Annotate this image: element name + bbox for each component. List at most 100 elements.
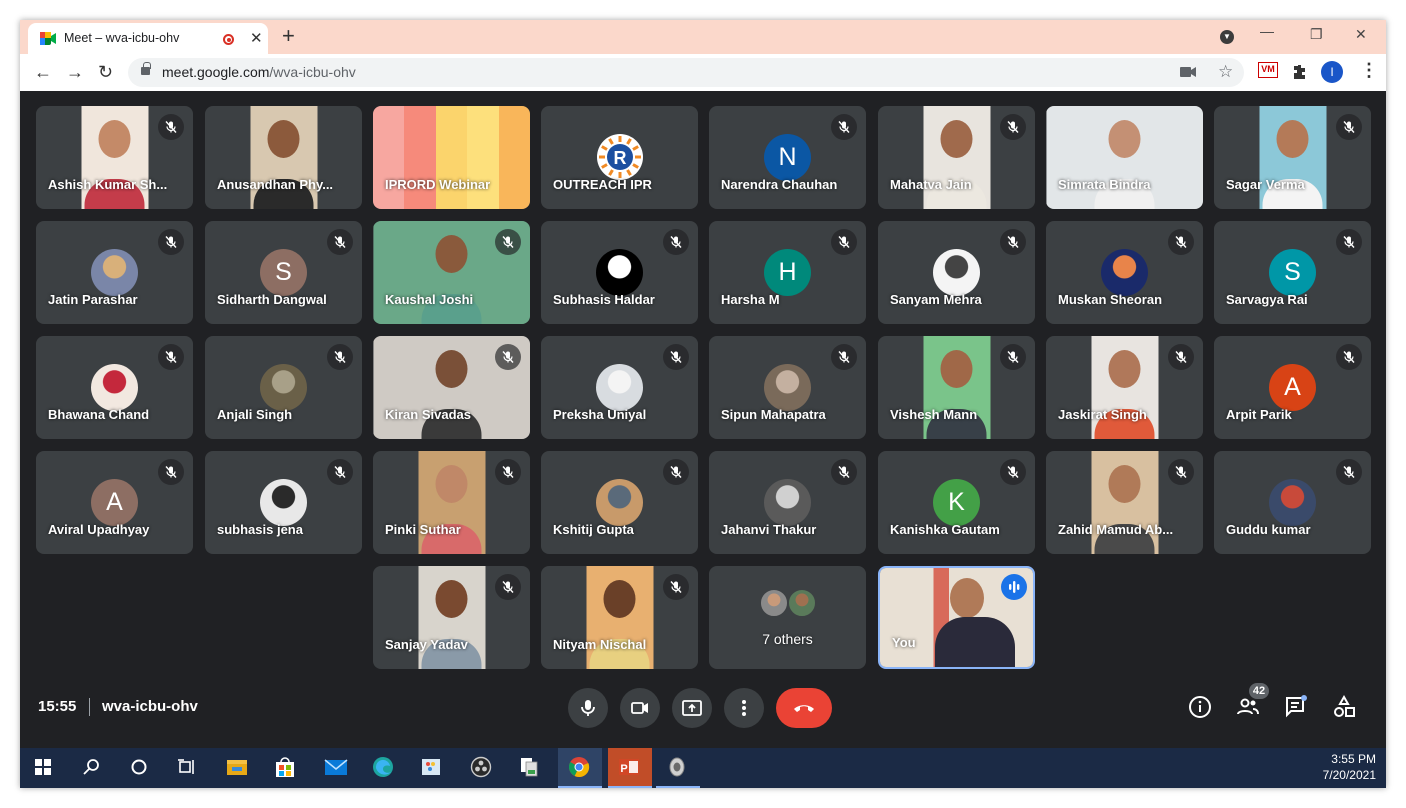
avatar: K <box>933 479 980 526</box>
participant-tile[interactable]: Simrata Bindra <box>1046 106 1203 209</box>
powerpoint-app[interactable]: P <box>608 748 652 788</box>
participant-name: Sidharth Dangwal <box>217 292 327 307</box>
file-explorer-app[interactable] <box>216 748 260 788</box>
participant-tile[interactable]: Preksha Uniyal <box>541 336 698 439</box>
close-tab-button[interactable]: ✕ <box>250 29 263 47</box>
participant-tile[interactable]: subhasis jena <box>205 451 362 554</box>
task-view-button[interactable] <box>166 748 210 788</box>
participant-tile[interactable]: Kshitij Gupta <box>541 451 698 554</box>
documents-app[interactable] <box>508 748 552 788</box>
avatar <box>787 588 817 618</box>
participant-tile[interactable]: Muskan Sheoran <box>1046 221 1203 324</box>
taskbar-clock[interactable]: 3:55 PM 7/20/2021 <box>1323 751 1376 783</box>
participant-tile[interactable]: IPRORD Webinar <box>373 106 530 209</box>
participant-tile[interactable]: N Narendra Chauhan <box>709 106 866 209</box>
participant-tile[interactable]: Pinki Suthar <box>373 451 530 554</box>
participant-tile[interactable]: Sipun Mahapatra <box>709 336 866 439</box>
participant-tile[interactable]: Nityam Nischal <box>541 566 698 669</box>
participant-tile[interactable]: A Aviral Upadhyay <box>36 451 193 554</box>
participant-tile[interactable]: Ashish Kumar Sh... <box>36 106 193 209</box>
participant-tile[interactable]: Jaskirat Singh <box>1046 336 1203 439</box>
participant-tile[interactable]: Mahatva Jain <box>878 106 1035 209</box>
bookmark-star-icon[interactable]: ☆ <box>1218 62 1233 82</box>
muted-mic-icon <box>495 459 521 485</box>
participant-tile[interactable]: K Kanishka Gautam <box>878 451 1035 554</box>
participant-tile[interactable]: A Arpit Parik <box>1214 336 1371 439</box>
participant-tile[interactable]: Guddu kumar <box>1214 451 1371 554</box>
participant-tile[interactable]: Kiran Sivadas <box>373 336 530 439</box>
camera-in-use-icon[interactable] <box>1180 66 1196 78</box>
camera-button[interactable] <box>620 688 660 728</box>
present-screen-icon <box>682 700 702 716</box>
participant-tile[interactable]: Anjali Singh <box>205 336 362 439</box>
present-screen-button[interactable] <box>672 688 712 728</box>
participant-tile[interactable]: You <box>878 566 1035 669</box>
participant-tile[interactable]: S Sidharth Dangwal <box>205 221 362 324</box>
participant-tile[interactable]: Sagar Verma <box>1214 106 1371 209</box>
participant-tile[interactable]: R OUTREACH IPR <box>541 106 698 209</box>
participant-tile[interactable]: Vishesh Mann <box>878 336 1035 439</box>
participant-tile[interactable]: Kaushal Joshi <box>373 221 530 324</box>
meet-favicon-icon <box>40 32 56 45</box>
edge-app[interactable] <box>362 748 406 788</box>
participant-tile[interactable]: Bhawana Chand <box>36 336 193 439</box>
avatar <box>764 479 811 526</box>
speaking-indicator-icon <box>1001 574 1027 600</box>
more-options-button[interactable] <box>724 688 764 728</box>
muted-mic-icon <box>663 459 689 485</box>
close-window-icon[interactable]: ✕ <box>1355 26 1367 43</box>
participant-tile[interactable]: Sanjay Yadav <box>373 566 530 669</box>
participant-tile[interactable]: Sanyam Mehra <box>878 221 1035 324</box>
participant-tile[interactable]: Anusandhan Phy... <box>205 106 362 209</box>
chrome-app[interactable] <box>558 748 602 788</box>
back-icon[interactable]: ← <box>34 62 52 82</box>
participant-name: Muskan Sheoran <box>1058 292 1163 307</box>
browser-menu-icon[interactable]: ⋮ <box>1360 60 1378 81</box>
participant-tile[interactable]: Jatin Parashar <box>36 221 193 324</box>
edge-icon <box>373 757 393 777</box>
tab-search-icon[interactable]: ▼ <box>1220 30 1234 44</box>
participant-tile[interactable]: Subhasis Haldar <box>541 221 698 324</box>
extensions-puzzle-icon[interactable] <box>1292 64 1308 80</box>
new-tab-button[interactable]: + <box>282 24 295 48</box>
profile-avatar[interactable]: I <box>1321 61 1343 83</box>
people-icon[interactable] <box>1236 695 1260 719</box>
obs-app[interactable] <box>460 748 504 788</box>
microphone-button[interactable] <box>568 688 608 728</box>
minimize-icon[interactable]: — <box>1260 23 1274 39</box>
participant-name: Jatin Parashar <box>48 292 138 307</box>
participant-tile[interactable]: S Sarvagya Rai <box>1214 221 1371 324</box>
search-button[interactable] <box>70 748 114 788</box>
chat-icon[interactable] <box>1284 695 1308 719</box>
paint-app[interactable] <box>410 748 454 788</box>
mail-app[interactable] <box>314 748 358 788</box>
cortana-button[interactable] <box>118 748 162 788</box>
meeting-details-icon[interactable] <box>1188 695 1212 719</box>
restore-icon[interactable]: ❐ <box>1310 26 1323 43</box>
participant-name: Mahatva Jain <box>890 177 972 192</box>
leave-call-button[interactable] <box>776 688 832 728</box>
extension-vm-icon[interactable]: VM <box>1258 62 1278 78</box>
participant-tile[interactable]: 7 others <box>709 566 866 669</box>
participant-name: OUTREACH IPR <box>553 177 652 192</box>
muted-mic-icon <box>495 574 521 600</box>
participant-tile[interactable]: Zahid Mamud Ab... <box>1046 451 1203 554</box>
activities-icon[interactable] <box>1332 695 1356 719</box>
divider <box>89 698 90 716</box>
reload-icon[interactable]: ↻ <box>98 62 113 82</box>
lock-icon <box>141 62 151 75</box>
participant-video <box>418 566 485 669</box>
store-app[interactable] <box>264 748 308 788</box>
participant-tile[interactable]: H Harsha M <box>709 221 866 324</box>
start-button[interactable] <box>22 748 66 788</box>
avatar <box>91 364 138 411</box>
participant-name: subhasis jena <box>217 522 303 537</box>
chrome-icon <box>568 757 590 778</box>
taskbar-date: 7/20/2021 <box>1322 768 1376 782</box>
participant-tile[interactable]: Jahanvi Thakur <box>709 451 866 554</box>
forward-icon[interactable]: → <box>66 62 84 82</box>
muted-mic-icon <box>831 114 857 140</box>
tab-meet[interactable]: Meet – wva-icbu-ohv ✕ <box>28 23 268 54</box>
webcam-app[interactable] <box>656 748 700 788</box>
address-bar[interactable]: meet.google.com/wva-icbu-ohv ☆ <box>128 58 1244 87</box>
